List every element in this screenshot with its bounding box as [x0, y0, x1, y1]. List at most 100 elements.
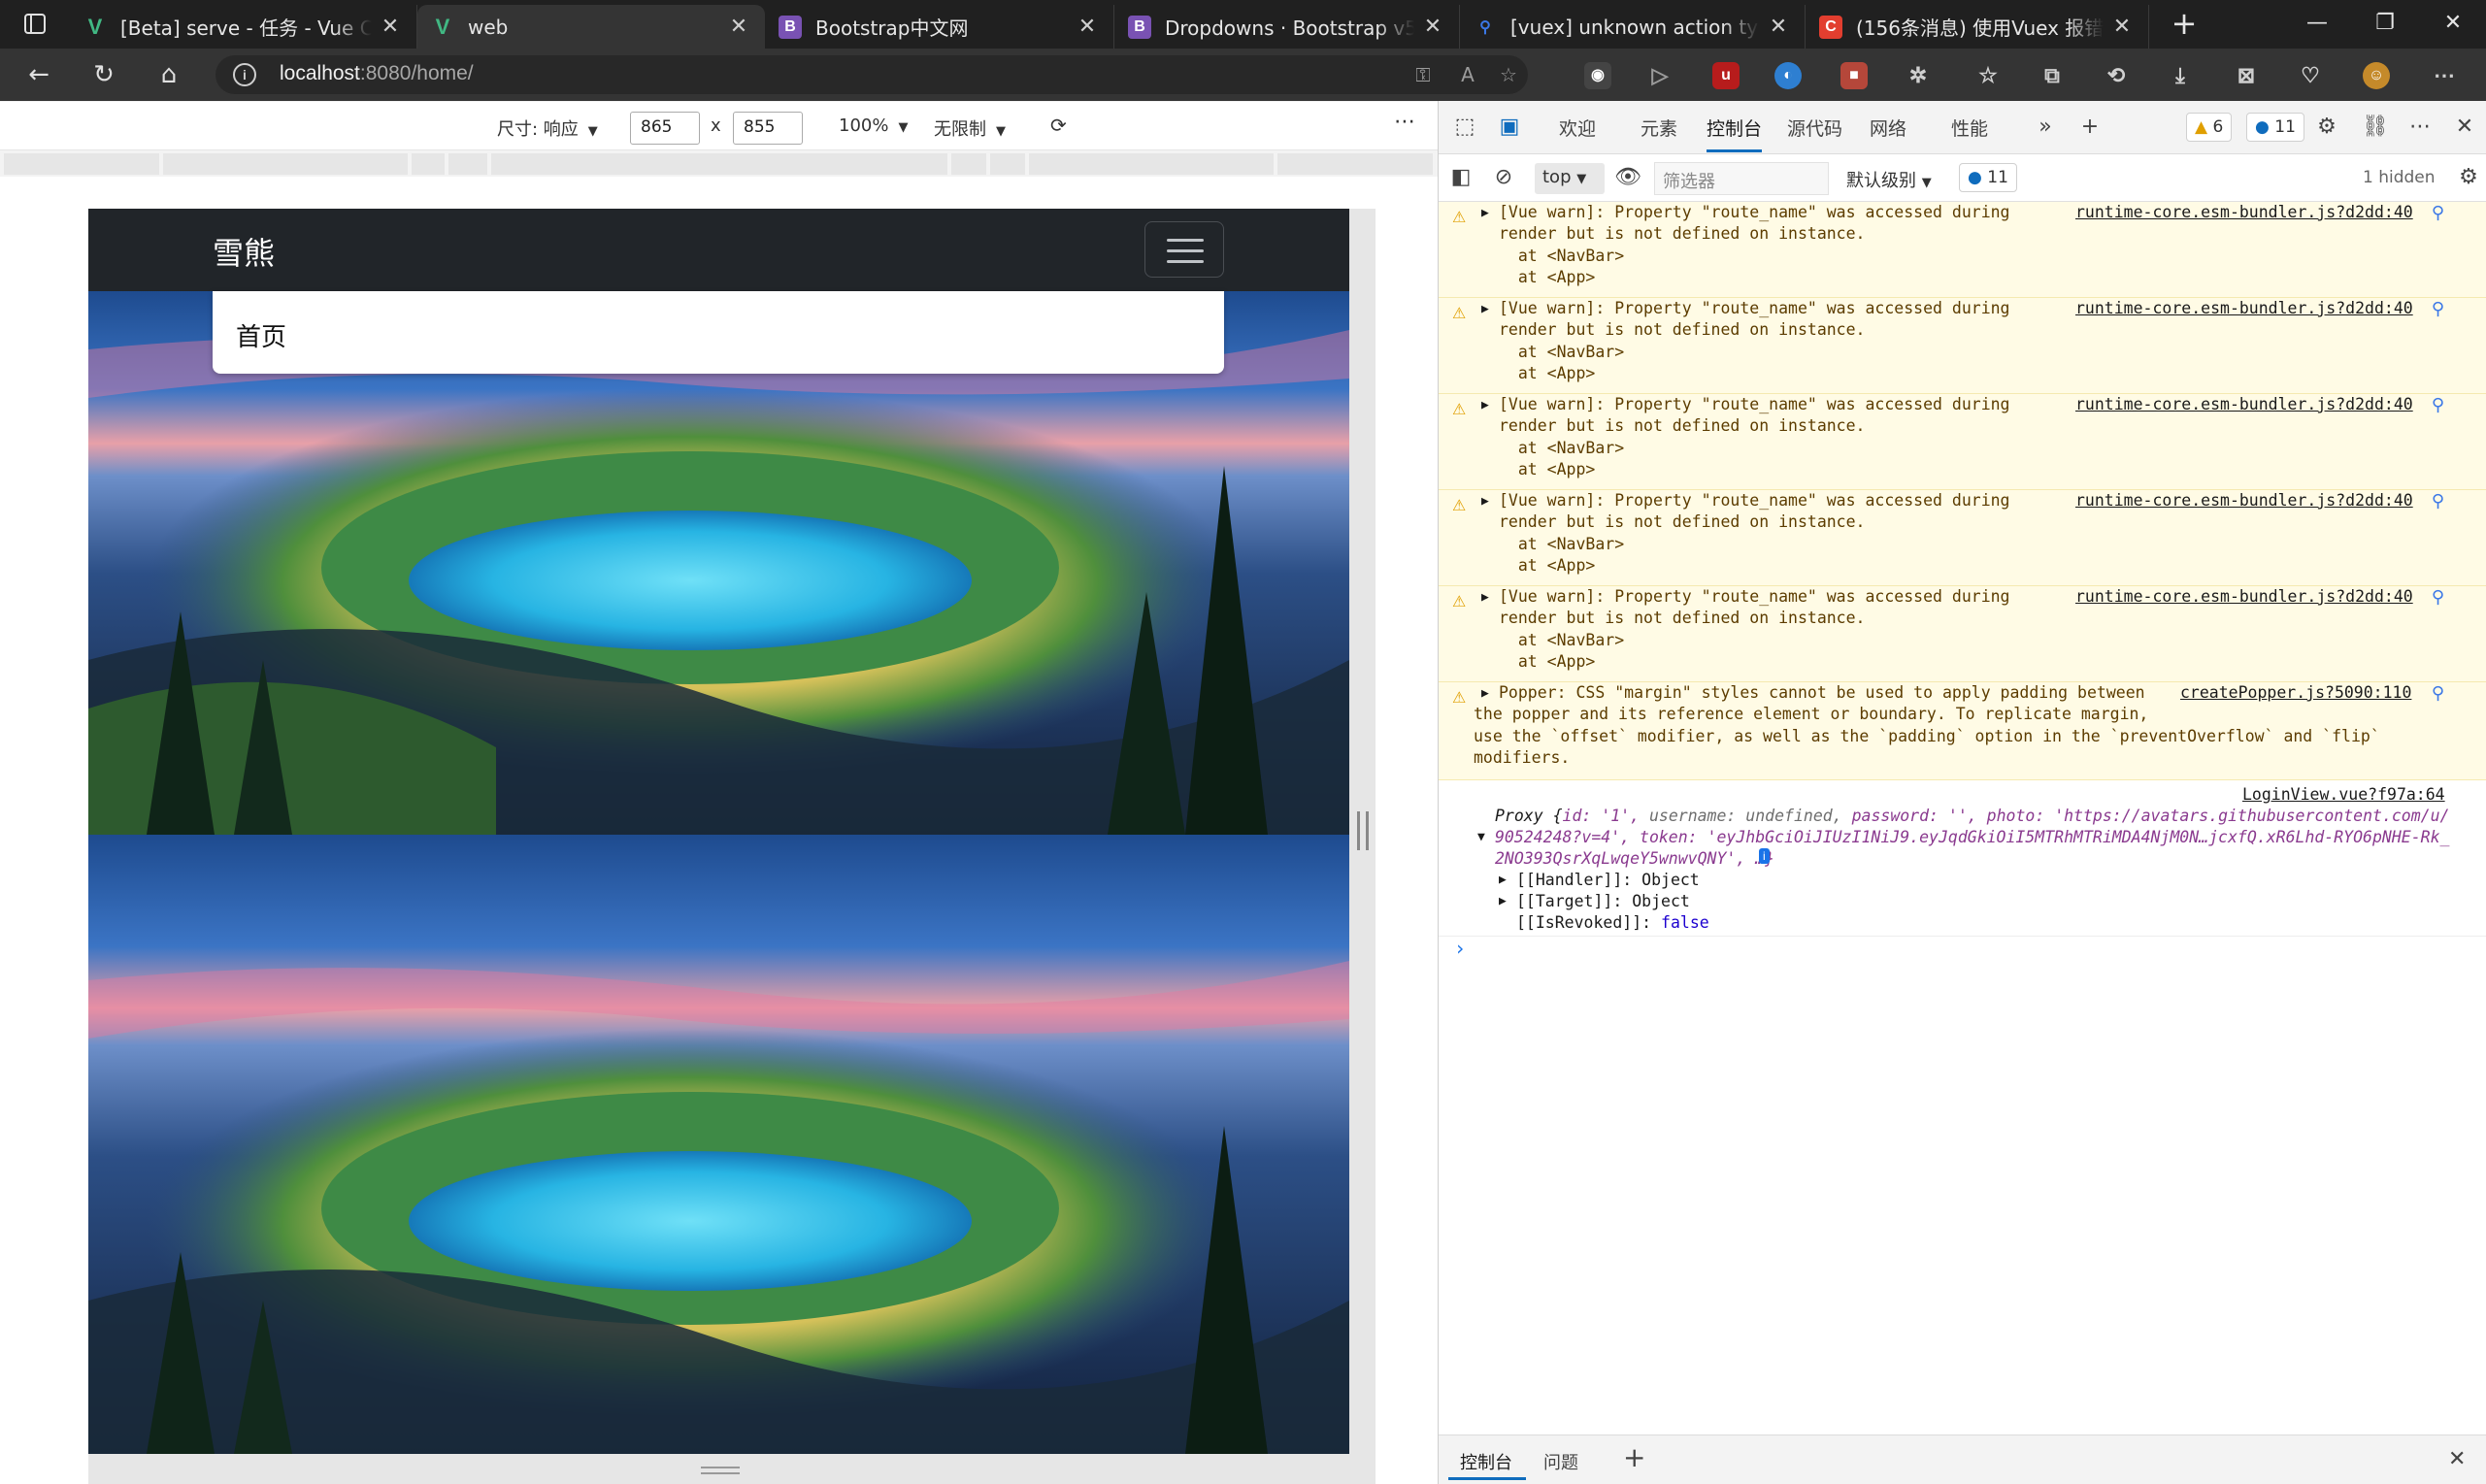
message-count-badge[interactable]: ● 11 [1959, 163, 2017, 192]
expand-triangle-icon[interactable]: ▶ [1481, 398, 1489, 412]
expand-triangle-icon[interactable]: ▶ [1481, 686, 1489, 701]
settings-more-icon[interactable]: ⋯ [2431, 62, 2458, 89]
console-prompt[interactable]: › [1454, 938, 1466, 960]
tab-actions-menu-icon[interactable] [16, 8, 54, 41]
navbar-toggler-button[interactable] [1144, 221, 1224, 278]
source-link[interactable]: runtime-core.esm-bundler.js?d2dd:40 [2075, 490, 2413, 511]
back-icon[interactable]: ← [21, 58, 56, 93]
console-warning[interactable]: ⚠ ▶ [Vue warn]: Property "route_name" was… [1439, 394, 2486, 490]
drawer-tab-console[interactable]: 控制台 [1460, 1449, 1512, 1474]
screenshot-icon[interactable]: ⊠ [2233, 62, 2260, 89]
console-warning[interactable]: ⚠ ▶ Popper: CSS "margin" styles cannot be… [1439, 682, 2486, 780]
profile-avatar[interactable]: ☺ [2363, 62, 2390, 89]
console-filter-input[interactable]: 筛选器 [1654, 162, 1829, 195]
tab-elements[interactable]: 元素 [1641, 115, 1677, 141]
source-link[interactable]: runtime-core.esm-bundler.js?d2dd:40 [2075, 586, 2413, 608]
live-expression-eye-icon[interactable]: 👁 [1613, 163, 1642, 192]
more-tabs-icon[interactable]: » [2031, 113, 2060, 142]
search-icon[interactable]: ⚲ [2432, 203, 2444, 223]
close-devtools-icon[interactable]: ✕ [2450, 113, 2479, 142]
extensions-icon[interactable]: ✲ [1905, 62, 1932, 89]
restore-icon[interactable]: ❐ [2351, 0, 2419, 49]
address-bar[interactable]: i localhost:8080/home/ ⚿ A ☆ [215, 55, 1528, 94]
search-icon[interactable]: ⚲ [2432, 395, 2444, 415]
navbar-brand[interactable]: 雪熊 [213, 229, 275, 274]
collections-icon[interactable]: ⧉ [2039, 62, 2066, 89]
refresh-icon[interactable]: ↻ [86, 58, 121, 93]
width-input[interactable]: 865 [630, 112, 700, 145]
key-icon[interactable]: ⚿ [1409, 61, 1437, 88]
source-link[interactable]: createPopper.js?5090:110 [2180, 682, 2411, 704]
expand-triangle-icon[interactable]: ▶ [1481, 206, 1489, 220]
browser-tab[interactable]: C (156条消息) 使用Vuex 报错 unknown✕ [1806, 5, 2149, 49]
add-drawer-tab-icon[interactable]: + [1623, 1441, 1645, 1473]
add-favorite-icon[interactable]: ☆ [1495, 61, 1522, 88]
media-query-bar[interactable] [0, 153, 1438, 175]
close-window-icon[interactable]: ✕ [2419, 0, 2486, 49]
console-settings-icon[interactable]: ⚙ [2454, 163, 2483, 192]
settings-gear-icon[interactable]: ⚙ [2312, 113, 2341, 142]
browser-tab[interactable]: B Bootstrap中文网 ✕ [765, 5, 1114, 49]
sidebar-toggle-icon[interactable]: ◧ [1446, 163, 1475, 192]
extension-play-icon[interactable]: ▷ [1646, 62, 1674, 89]
console-warning[interactable]: ⚠ ▶ [Vue warn]: Property "route_name" was… [1439, 586, 2486, 682]
source-link[interactable]: LoginView.vue?f97a:64 [2242, 784, 2445, 806]
close-tab-icon[interactable]: ✕ [1420, 15, 1445, 39]
add-tab-icon[interactable]: + [2075, 113, 2105, 142]
height-input[interactable]: 855 [733, 112, 803, 145]
nav-link-home[interactable]: 首页 [236, 317, 286, 353]
site-info-icon[interactable]: i [233, 63, 256, 86]
warnings-badge[interactable]: ▲ 6 [2186, 113, 2233, 142]
close-tab-icon[interactable]: ✕ [726, 15, 751, 39]
more-icon[interactable]: ⋯ [2405, 113, 2435, 142]
expand-triangle-icon[interactable]: ▶ [1481, 302, 1489, 316]
favorites-icon[interactable]: ☆ [1974, 62, 2002, 89]
read-aloud-icon[interactable]: A [1454, 61, 1481, 88]
search-icon[interactable]: ⚲ [2432, 491, 2444, 511]
tab-welcome[interactable]: 欢迎 [1559, 115, 1596, 141]
source-link[interactable]: runtime-core.esm-bundler.js?d2dd:40 [2075, 298, 2413, 319]
info-icon[interactable]: i [1759, 848, 1770, 864]
browser-tab[interactable]: V [Beta] serve - 任务 - Vue CLI ✕ [70, 5, 417, 49]
extension-glasses-icon[interactable]: ◉ [1584, 62, 1611, 89]
close-tab-icon[interactable]: ✕ [2109, 15, 2135, 39]
ublock-icon[interactable]: u [1712, 62, 1740, 89]
expand-triangle-icon[interactable]: ▶ [1499, 870, 1507, 891]
source-link[interactable]: runtime-core.esm-bundler.js?d2dd:40 [2075, 394, 2413, 415]
url-text[interactable]: localhost:8080/home/ [280, 62, 474, 85]
minimize-icon[interactable]: — [2283, 0, 2351, 49]
throttle-select[interactable]: 无限制 ▼ [934, 115, 1006, 141]
messages-badge[interactable]: ● 11 [2246, 113, 2304, 142]
expand-triangle-icon[interactable]: ▶ [1481, 494, 1489, 509]
search-icon[interactable]: ⚲ [2432, 587, 2444, 608]
console-warning[interactable]: ⚠ ▶ [Vue warn]: Property "route_name" was… [1439, 202, 2486, 298]
close-drawer-icon[interactable]: ✕ [2448, 1447, 2466, 1471]
log-level-select[interactable]: 默认级别 ▼ [1846, 167, 1932, 192]
resize-handle-icon[interactable] [1357, 811, 1369, 850]
close-tab-icon[interactable]: ✕ [378, 15, 403, 39]
tab-sources[interactable]: 源代码 [1787, 115, 1842, 141]
tab-network[interactable]: 网络 [1870, 115, 1906, 141]
browser-tab[interactable]: ⚲ [vuex] unknown action type: getinfo✕ [1460, 5, 1806, 49]
tab-performance[interactable]: 性能 [1951, 115, 1988, 141]
proxy-target[interactable]: [[Target]]: Object [1516, 891, 1690, 912]
context-select[interactable]: top ▼ [1535, 163, 1605, 194]
rotate-icon[interactable]: ⟳ [1050, 114, 1067, 137]
clear-console-icon[interactable]: ⊘ [1489, 163, 1518, 192]
close-tab-icon[interactable]: ✕ [1766, 15, 1791, 39]
zoom-select[interactable]: 100% ▼ [839, 115, 908, 136]
dimensions-select[interactable]: 尺寸: 响应 ▼ [497, 115, 598, 141]
history-icon[interactable]: ⟲ [2103, 62, 2130, 89]
collapse-triangle-icon[interactable]: ▼ [1477, 827, 1485, 848]
expand-triangle-icon[interactable]: ▶ [1481, 590, 1489, 605]
inspect-element-icon[interactable]: ⬚ [1450, 113, 1479, 142]
extension-color-icon[interactable]: ◐ [1774, 62, 1802, 89]
browser-tab-active[interactable]: Vweb ✕ [417, 5, 765, 49]
performance-icon[interactable]: ♡ [2297, 62, 2324, 89]
expand-triangle-icon[interactable]: ▶ [1499, 891, 1507, 912]
home-icon[interactable]: ⌂ [151, 58, 186, 93]
tab-console[interactable]: 控制台 [1707, 115, 1763, 152]
device-emulation-icon[interactable]: ▣ [1495, 113, 1524, 142]
proxy-handler[interactable]: [[Handler]]: Object [1516, 870, 1700, 891]
more-options-icon[interactable]: ⋯ [1394, 110, 1415, 134]
